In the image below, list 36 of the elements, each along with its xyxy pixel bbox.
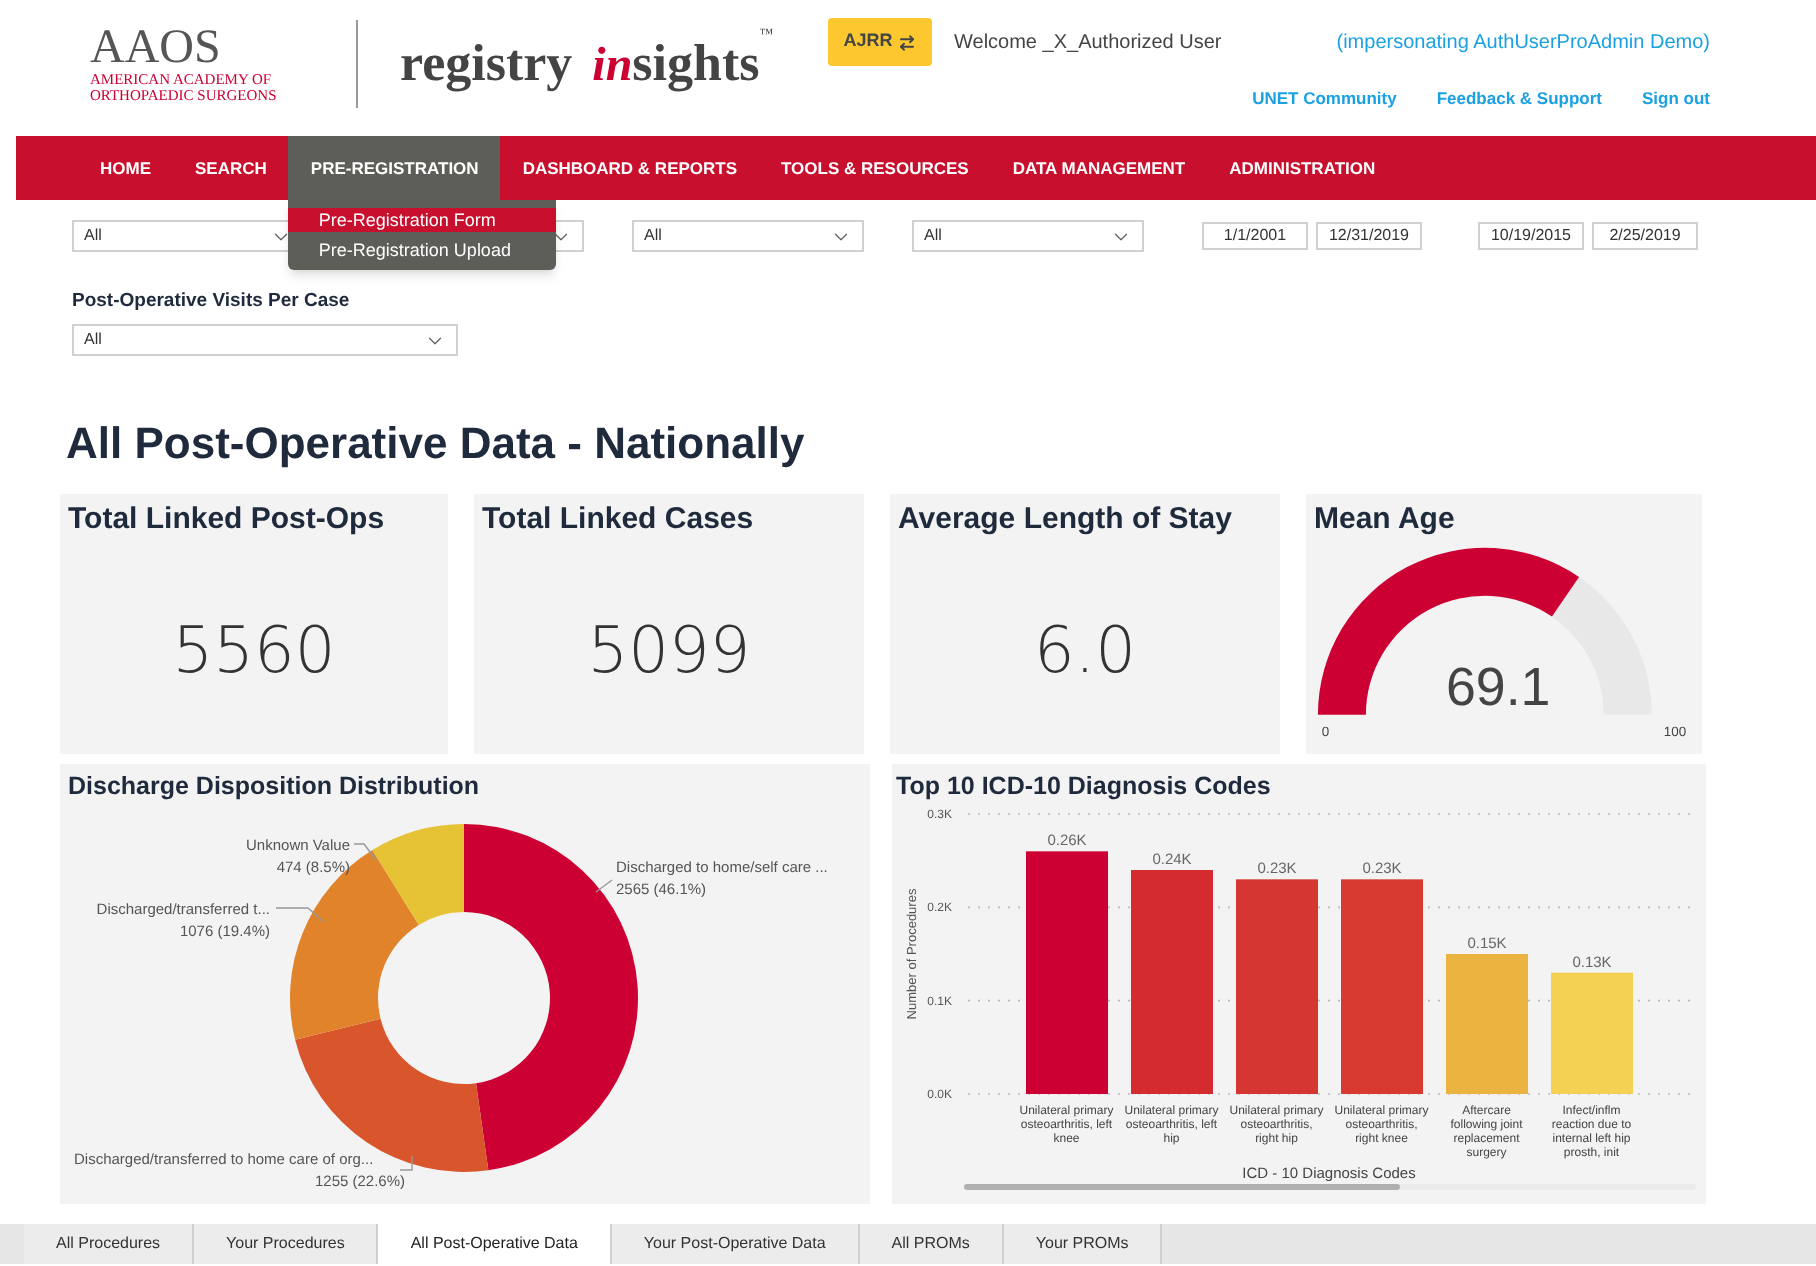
date-field[interactable]: 2/25/2019 <box>1592 222 1698 250</box>
card-title: Mean Age <box>1312 500 1457 541</box>
date-field[interactable]: 10/19/2015 <box>1478 222 1584 250</box>
filter-label: Post-Operative Visits Per Case <box>72 288 352 316</box>
nav-item[interactable]: PRE-REGISTRATION <box>288 136 501 200</box>
dropdown-field[interactable]: All <box>632 220 864 252</box>
nav-item[interactable]: SEARCH <box>173 136 289 200</box>
date-field[interactable]: 12/31/2019 <box>1316 222 1422 250</box>
gauge-value: 69.1 <box>1446 656 1551 717</box>
date-field[interactable]: 1/1/2001 <box>1202 222 1308 250</box>
tab[interactable]: Your PROMs <box>1003 1224 1163 1265</box>
nav-item[interactable]: DASHBOARD & REPORTS <box>500 136 760 200</box>
stat-value: 5099 <box>587 609 751 691</box>
tab[interactable]: All Post-Operative Data <box>378 1224 612 1265</box>
dropdown-field[interactable]: All <box>72 324 458 357</box>
dropdown-field[interactable]: All <box>912 220 1144 252</box>
panel-title: Top 10 ICD-10 Diagnosis Codes <box>894 770 1273 805</box>
page-title: All Post-Operative Data - Nationally <box>66 416 807 471</box>
nav-item[interactable]: HOME <box>78 136 173 200</box>
stat-value: 5560 <box>172 609 336 691</box>
card-title: Total Linked Cases <box>480 500 756 541</box>
logo-acronym: AAOS <box>90 24 223 72</box>
menu-item[interactable]: Pre-Registration Form <box>288 208 557 232</box>
nav-item[interactable]: TOOLS & RESOURCES <box>759 136 991 200</box>
card-title: Average Length of Stay <box>896 500 1234 541</box>
panel-title: Discharge Disposition Distribution <box>66 770 482 805</box>
tab[interactable]: Your Procedures <box>194 1224 379 1265</box>
tab[interactable]: Your Post-Operative Data <box>611 1224 860 1265</box>
welcome-text: Welcome _X_Authorized User <box>954 29 1222 57</box>
tab[interactable]: All Procedures <box>24 1224 195 1265</box>
nav-item[interactable]: ADMINISTRATION <box>1207 136 1398 200</box>
tab[interactable]: All PROMs <box>859 1224 1004 1265</box>
registry-button[interactable]: AJRR <box>828 18 932 66</box>
card-title: Total Linked Post-Ops <box>66 500 387 541</box>
nav-item[interactable]: DATA MANAGEMENT <box>990 136 1208 200</box>
stat-value: 6.0 <box>1034 609 1136 691</box>
